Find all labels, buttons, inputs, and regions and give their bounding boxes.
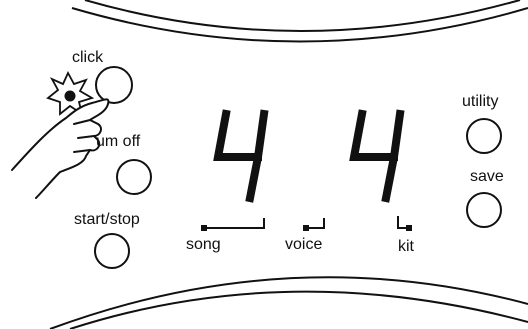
utility-button[interactable] (466, 118, 502, 154)
top-panel-edge (71, 0, 528, 43)
click-label: click (72, 49, 104, 66)
start-stop-label: start/stop (74, 211, 140, 228)
left-display-digit (213, 109, 269, 203)
drum-off-label: um off (96, 133, 141, 150)
drum-panel-diagram: click um off start/stop song voice kit u… (11, 0, 528, 329)
save-button[interactable] (466, 192, 502, 228)
song-indicator (201, 218, 265, 231)
kit-label: kit (398, 238, 415, 255)
voice-indicator (303, 218, 325, 231)
save-label: save (470, 168, 504, 185)
click-button[interactable] (95, 66, 133, 104)
voice-label: voice (285, 236, 322, 253)
song-label: song (186, 236, 221, 253)
right-display-digit (349, 109, 405, 203)
start-stop-button[interactable] (94, 233, 130, 269)
bottom-panel-edge (49, 276, 528, 329)
kit-indicator (397, 216, 412, 231)
utility-label: utility (462, 93, 498, 110)
drum-off-button[interactable] (116, 159, 152, 195)
